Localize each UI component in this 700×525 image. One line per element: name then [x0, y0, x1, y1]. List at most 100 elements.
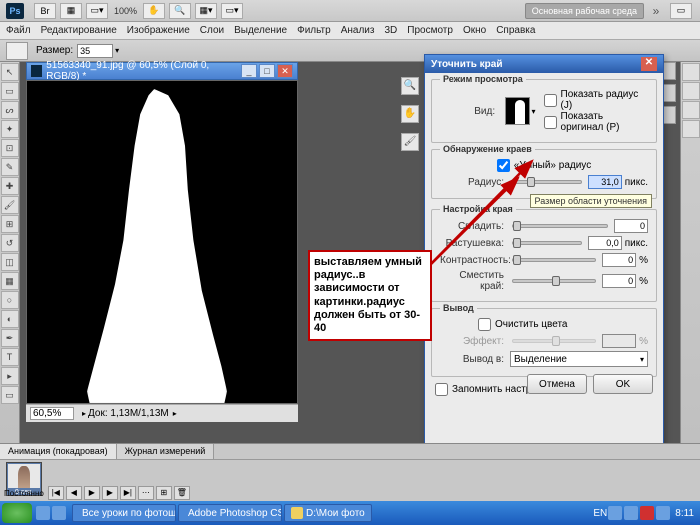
launch-bridge-button[interactable]: Br — [34, 3, 56, 19]
history-brush-tool[interactable]: ↺ — [1, 234, 19, 252]
move-tool[interactable]: ↖ — [1, 63, 19, 81]
cancel-button[interactable]: Отмена — [527, 374, 587, 394]
marquee-tool[interactable]: ▭ — [1, 82, 19, 100]
menu-filter[interactable]: Фильтр — [297, 25, 331, 36]
first-frame-button[interactable]: |◀ — [48, 486, 64, 500]
view-extras-button[interactable]: ▭▾ — [86, 3, 108, 19]
arrange-docs-button[interactable]: ▦▾ — [195, 3, 217, 19]
menu-image[interactable]: Изображение — [127, 25, 190, 36]
stamp-tool[interactable]: ⊞ — [1, 215, 19, 233]
clock[interactable]: 8:11 — [675, 508, 694, 519]
show-original-checkbox[interactable] — [544, 116, 557, 129]
output-to-select[interactable]: Выделение▾ — [510, 351, 648, 367]
healing-tool[interactable]: ✚ — [1, 177, 19, 195]
expand-titlebar-icon[interactable]: » — [648, 4, 664, 18]
delete-frame-button[interactable]: 🗑 — [174, 486, 190, 500]
ok-button[interactable]: OK — [593, 374, 653, 394]
shift-input[interactable] — [602, 274, 636, 288]
hand-icon[interactable]: ✋ — [401, 105, 419, 123]
taskbar-explorer[interactable]: D:\Мои фото — [284, 504, 372, 522]
dialog-titlebar[interactable]: Уточнить край ✕ — [425, 55, 663, 73]
feather-slider[interactable] — [512, 241, 582, 245]
dropdown-icon[interactable]: ▾ — [115, 46, 119, 55]
smooth-slider[interactable] — [512, 224, 608, 228]
ql-icon-1[interactable] — [36, 506, 50, 520]
screen-mode-button[interactable]: ▭▾ — [221, 3, 243, 19]
dodge-tool[interactable]: ◐ — [1, 310, 19, 328]
menu-file[interactable]: Файл — [6, 25, 31, 36]
prev-frame-button[interactable]: ◀ — [66, 486, 82, 500]
view-preview-button[interactable] — [505, 97, 529, 125]
brush-tool[interactable]: 🖌 — [1, 196, 19, 214]
zoom-tool-icon[interactable]: 🔍 — [169, 3, 191, 19]
tray-icon-2[interactable] — [624, 506, 638, 520]
menu-analysis[interactable]: Анализ — [341, 25, 375, 36]
measurement-log-tab[interactable]: Журнал измерений — [117, 444, 215, 459]
menu-layer[interactable]: Слои — [200, 25, 224, 36]
new-frame-button[interactable]: ⊞ — [156, 486, 172, 500]
refine-brush-icon[interactable]: 🖌 — [401, 133, 419, 151]
panel-icon-1[interactable] — [682, 63, 700, 81]
workspace-switcher[interactable]: Основная рабочая среда — [525, 3, 644, 19]
type-tool[interactable]: T — [1, 348, 19, 366]
cs-live-button[interactable]: ▭ — [670, 3, 692, 19]
shape-tool[interactable]: ▭ — [1, 386, 19, 404]
remember-checkbox[interactable] — [435, 383, 448, 396]
tray-icon-avira[interactable] — [640, 506, 654, 520]
tray-icon-3[interactable] — [656, 506, 670, 520]
wand-tool[interactable]: ✦ — [1, 120, 19, 138]
eraser-tool[interactable]: ◫ — [1, 253, 19, 271]
next-frame-button[interactable]: ▶ — [102, 486, 118, 500]
dialog-close-button[interactable]: ✕ — [641, 57, 657, 71]
loop-option[interactable]: Постоянно — [4, 489, 44, 498]
document-titlebar[interactable]: 51563340_91.jpg @ 60,5% (Слой 0, RGB/8) … — [26, 62, 298, 80]
panel-icon-2[interactable] — [682, 82, 700, 100]
show-radius-checkbox[interactable] — [544, 94, 557, 107]
contrast-input[interactable] — [602, 253, 636, 267]
radius-value-input[interactable] — [588, 175, 622, 189]
language-indicator[interactable]: EN — [593, 508, 607, 519]
menu-help[interactable]: Справка — [496, 25, 535, 36]
gradient-tool[interactable]: ▦ — [1, 272, 19, 290]
smooth-input[interactable] — [614, 219, 648, 233]
play-button[interactable]: ▶ — [84, 486, 100, 500]
tween-button[interactable]: ⋯ — [138, 486, 154, 500]
hand-tool-icon[interactable]: ✋ — [143, 3, 165, 19]
current-tool-icon[interactable] — [6, 42, 28, 60]
doc-maximize-button[interactable]: □ — [259, 64, 275, 78]
eyedropper-tool[interactable]: ✎ — [1, 158, 19, 176]
smart-radius-checkbox[interactable] — [497, 159, 510, 172]
menu-window[interactable]: Окно — [463, 25, 486, 36]
pen-tool[interactable]: ✒ — [1, 329, 19, 347]
last-frame-button[interactable]: ▶| — [120, 486, 136, 500]
view-dropdown-icon[interactable]: ▾ — [532, 107, 536, 116]
tray-icon-1[interactable] — [608, 506, 622, 520]
blur-tool[interactable]: ○ — [1, 291, 19, 309]
panel-icon-4[interactable] — [682, 120, 700, 138]
mini-bridge-button[interactable]: ▦ — [60, 3, 82, 19]
feather-input[interactable] — [588, 236, 622, 250]
menu-edit[interactable]: Редактирование — [41, 25, 117, 36]
menu-view[interactable]: Просмотр — [407, 25, 453, 36]
lasso-tool[interactable]: ᔕ — [1, 101, 19, 119]
status-arrow-icon[interactable]: ▸ — [82, 409, 86, 418]
menu-select[interactable]: Выделение — [234, 25, 287, 36]
brush-size-input[interactable] — [77, 44, 113, 58]
taskbar-photoshop[interactable]: Adobe Photoshop CS... — [178, 504, 282, 522]
zoom-icon[interactable]: 🔍 — [401, 77, 419, 95]
animation-tab[interactable]: Анимация (покадровая) — [0, 444, 117, 459]
crop-tool[interactable]: ⊡ — [1, 139, 19, 157]
contrast-slider[interactable] — [512, 258, 596, 262]
doc-close-button[interactable]: ✕ — [277, 64, 293, 78]
document-canvas[interactable] — [26, 80, 298, 404]
menu-3d[interactable]: 3D — [384, 25, 397, 36]
zoom-display[interactable]: 100% — [114, 6, 137, 16]
panel-icon-3[interactable] — [682, 101, 700, 119]
ql-icon-2[interactable] — [52, 506, 66, 520]
path-select-tool[interactable]: ▸ — [1, 367, 19, 385]
shift-slider[interactable] — [512, 279, 596, 283]
status-chevron-icon[interactable]: ▸ — [173, 409, 177, 418]
doc-zoom-field[interactable]: 60,5% — [30, 407, 74, 420]
decontaminate-checkbox[interactable] — [478, 318, 491, 331]
doc-minimize-button[interactable]: _ — [241, 64, 257, 78]
